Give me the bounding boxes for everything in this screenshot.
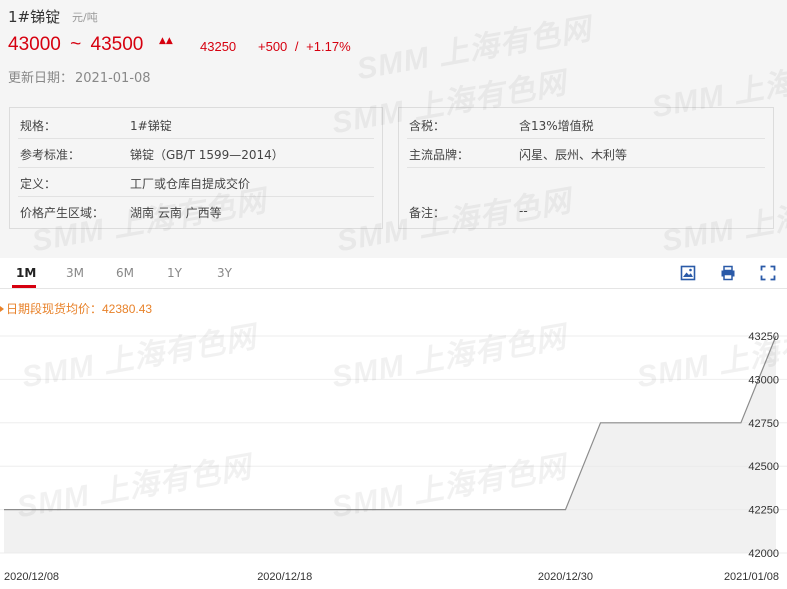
- price-separator: ~: [70, 34, 82, 55]
- y-tick-label: 42500: [748, 461, 779, 473]
- price-change: +500 / +1.17%: [258, 39, 351, 54]
- x-axis-ticks: 2020/12/08 2020/12/18 2020/12/30 2021/01/08: [4, 571, 779, 583]
- spec-row: 参考标准： 锑锭（GB/T 1599—2014）: [18, 139, 374, 168]
- spec-label: 价格产生区域：: [20, 206, 105, 220]
- spec-row: 规格： 1#锑锭: [18, 110, 374, 139]
- price-chart: 42000 42250 42500 42750 43000 43250 2020/12/0…: [0, 331, 787, 583]
- x-tick-label: 2020/12/18: [257, 571, 312, 583]
- spec-box-left: 规格： 1#锑锭 参考标准： 锑锭（GB/T 1599—2014） 定义： 工厂…: [9, 107, 383, 229]
- spec-row: 定义： 工厂或仓库自提成交价: [18, 168, 374, 197]
- x-tick-label: 2021/01/08: [724, 571, 779, 583]
- spec-label: 定义：: [20, 177, 57, 191]
- spec-label: 含税：: [409, 119, 446, 133]
- spec-value: 锑锭（GB/T 1599—2014）: [130, 148, 284, 162]
- up-arrows-icon: ▲▲: [159, 36, 173, 46]
- price-unit: 元/吨: [72, 11, 98, 24]
- spec-value: 含13%增值税: [519, 119, 594, 133]
- spec-label: 规格：: [20, 119, 57, 133]
- spec-value: 闪星、辰州、木利等: [519, 148, 628, 162]
- spec-row: 含税： 含13%增值税: [407, 110, 765, 139]
- price-high: 43500: [90, 34, 144, 55]
- spec-row: 价格产生区域： 湖南 云南 广西等: [18, 197, 374, 225]
- spec-value: 1#锑锭: [130, 119, 172, 133]
- spec-row: 主流品牌： 闪星、辰州、木利等: [407, 139, 765, 168]
- spec-value: 工厂或仓库自提成交价: [130, 177, 251, 191]
- x-tick-label: 2020/12/30: [538, 571, 593, 583]
- y-tick-label: 42250: [748, 505, 779, 517]
- chart-panel: 1M 3M 6M 1Y 3Y 日期段现货均价：42380.43 42000 422…: [0, 258, 787, 589]
- change-absolute: +500: [258, 39, 288, 54]
- change-percent: +1.17%: [306, 39, 351, 54]
- spec-label: 备注：: [409, 206, 446, 220]
- change-separator: /: [294, 39, 299, 54]
- price-low: 43000: [8, 34, 61, 55]
- y-tick-label: 42750: [748, 418, 779, 430]
- chart-area-fill: [4, 336, 776, 553]
- spec-value: --: [519, 204, 528, 218]
- spec-row: 备注： --: [407, 197, 765, 225]
- y-tick-label: 43250: [748, 331, 779, 343]
- product-title: 1#锑锭: [8, 8, 61, 26]
- x-tick-label: 2020/12/08: [4, 571, 59, 583]
- spec-label: 主流品牌：: [409, 148, 470, 162]
- spec-box-right: 含税： 含13%增值税 主流品牌： 闪星、辰州、木利等 备注： --: [398, 107, 774, 229]
- spec-label: 参考标准：: [20, 148, 81, 162]
- average-price: 43250: [200, 39, 237, 54]
- price-header: 1#锑锭 元/吨 43000 ~ 43500 ▲▲ 43250 +500 / +…: [0, 0, 787, 100]
- y-tick-label: 42000: [748, 548, 779, 560]
- y-tick-label: 43000: [748, 374, 779, 386]
- update-date-label: 更新日期：: [8, 71, 74, 86]
- spec-value: 湖南 云南 广西等: [130, 206, 222, 220]
- update-date-line: 更新日期： 2021-01-08: [8, 67, 151, 86]
- update-date-value: 2021-01-08: [75, 71, 151, 86]
- price-range: 43000 ~ 43500: [8, 34, 143, 56]
